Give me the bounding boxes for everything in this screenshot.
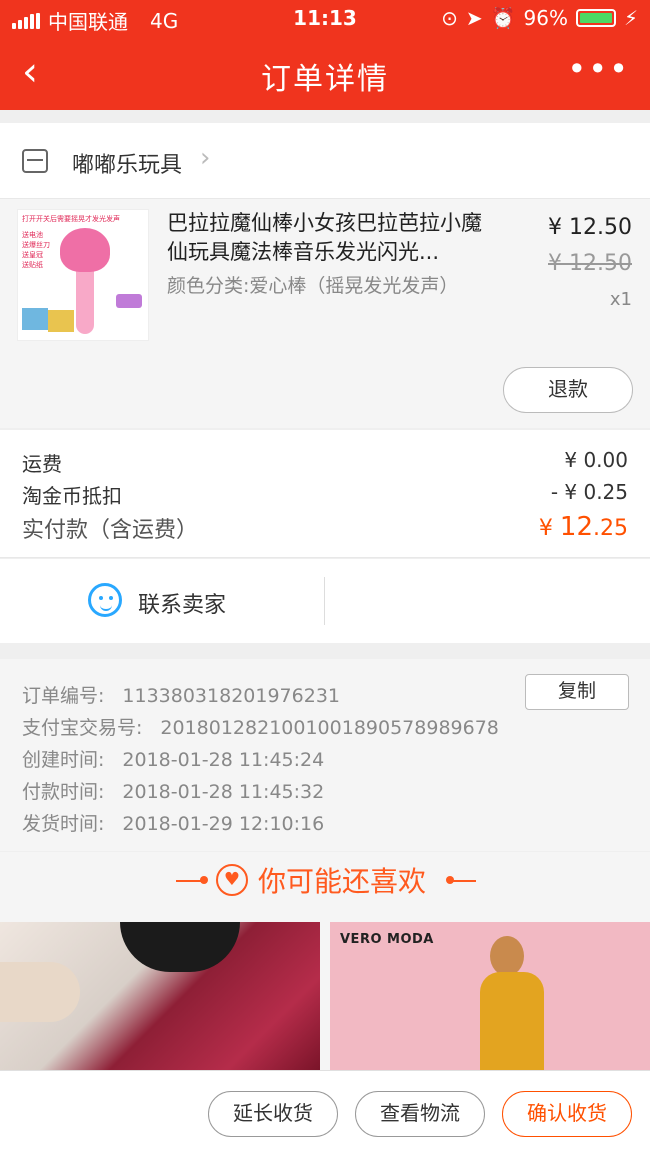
shop-name: 嘟嘟乐玩具 <box>72 153 183 178</box>
shipping-value: ¥ 0.00 <box>564 448 628 472</box>
contact-row: 联系卖家 <box>0 559 650 643</box>
copy-button[interactable]: 复制 <box>525 674 629 710</box>
recommend-grid: VERO MODA <box>0 922 650 1070</box>
refund-button[interactable]: 退款 <box>503 367 633 413</box>
shipping-row: 运费 ¥ 0.00 <box>22 448 628 477</box>
shipped-time: 2018-01-29 12:10:16 <box>122 813 325 835</box>
cost-summary: 运费 ¥ 0.00 淘金币抵扣 - ¥ 0.25 实付款（含运费） ¥ 12.2… <box>0 430 650 558</box>
top-bar: 中国联通 4G 11:13 ⊙ ➤ ⏰ 96% ⚡ ‹ 订单详情 ••• <box>0 0 650 110</box>
chevron-right-icon: › <box>200 143 211 173</box>
product-original-price: ¥ 12.50 <box>548 251 632 276</box>
contact-seller-button[interactable]: 联系卖家 <box>138 587 226 619</box>
page-title: 订单详情 <box>261 62 389 97</box>
created-time: 2018-01-28 11:45:24 <box>122 749 325 771</box>
charging-icon: ⚡ <box>623 6 638 30</box>
paid-time: 2018-01-28 11:45:32 <box>122 781 325 803</box>
store-icon <box>22 149 48 173</box>
status-bar: 中国联通 4G 11:13 ⊙ ➤ ⏰ 96% ⚡ <box>0 0 650 36</box>
recommend-item-image[interactable] <box>0 922 320 1070</box>
battery-percent: 96% <box>523 6 568 30</box>
product-title[interactable]: 巴拉拉魔仙棒小女孩巴拉芭拉小魔仙玩具魔法棒音乐发光闪光... <box>167 209 497 267</box>
thumbnail-caption: 打开开关后需要摇晃才发光发声 <box>22 215 120 223</box>
order-number: 113380318201976231 <box>122 685 340 707</box>
shop-row[interactable]: 嘟嘟乐玩具 › <box>0 123 650 199</box>
bottom-action-bar: 延长收货 查看物流 确认收货 <box>0 1070 650 1156</box>
total-value: ¥ 12.25 <box>538 512 628 542</box>
location-icon: ➤ <box>465 6 483 30</box>
recommend-title: 你可能还喜欢 <box>258 865 427 898</box>
alipay-row: 支付宝交易号: 2018012821001001890578989678 <box>22 717 499 739</box>
lock-rotation-icon: ⊙ <box>441 6 458 30</box>
total-row: 实付款（含运费） ¥ 12.25 <box>22 512 628 544</box>
recommend-item-image[interactable]: VERO MODA <box>330 922 650 1070</box>
recommend-header: ♥ 你可能还喜欢 <box>0 852 650 922</box>
coin-value: - ¥ 0.25 <box>550 480 628 504</box>
battery-icon <box>575 9 616 27</box>
shipped-row: 发货时间: 2018-01-29 12:10:16 <box>22 813 325 835</box>
order-item-card: 嘟嘟乐玩具 › 打开开关后需要摇晃才发光发声 送电池 送爆丝刀 送皇冠 送贴纸 … <box>0 123 650 428</box>
heart-icon: ♥ <box>216 864 248 896</box>
product-price: ¥ 12.50 <box>548 215 632 240</box>
extend-receipt-button[interactable]: 延长收货 <box>208 1091 338 1137</box>
product-item[interactable]: 打开开关后需要摇晃才发光发声 送电池 送爆丝刀 送皇冠 送贴纸 巴拉拉魔仙棒小女… <box>0 199 650 428</box>
brand-logo: VERO MODA <box>340 932 434 947</box>
chat-face-icon[interactable] <box>88 583 122 617</box>
alipay-number: 2018012821001001890578989678 <box>160 717 499 739</box>
confirm-receipt-button[interactable]: 确认收货 <box>502 1091 632 1137</box>
alarm-icon: ⏰ <box>490 6 516 30</box>
created-row: 创建时间: 2018-01-28 11:45:24 <box>22 749 325 771</box>
thumbnail-caption-2: 送电池 送爆丝刀 送皇冠 送贴纸 <box>22 231 50 269</box>
shipping-label: 运费 <box>22 452 62 476</box>
nav-bar: ‹ 订单详情 ••• <box>0 44 650 104</box>
order-number-row: 订单编号: 113380318201976231 <box>22 685 340 707</box>
coin-row: 淘金币抵扣 - ¥ 0.25 <box>22 480 628 509</box>
paid-row: 付款时间: 2018-01-28 11:45:32 <box>22 781 325 803</box>
more-dots-icon[interactable]: ••• <box>567 50 630 88</box>
product-thumbnail[interactable]: 打开开关后需要摇晃才发光发声 送电池 送爆丝刀 送皇冠 送贴纸 <box>17 209 149 341</box>
product-sku: 颜色分类:爱心棒（摇晃发光发声） <box>167 275 459 297</box>
view-logistics-button[interactable]: 查看物流 <box>355 1091 485 1137</box>
total-label: 实付款（含运费） <box>22 518 199 543</box>
product-quantity: x1 <box>609 289 632 310</box>
order-info: 订单编号: 113380318201976231 复制 支付宝交易号: 201801… <box>0 659 650 851</box>
coin-label: 淘金币抵扣 <box>22 484 122 508</box>
